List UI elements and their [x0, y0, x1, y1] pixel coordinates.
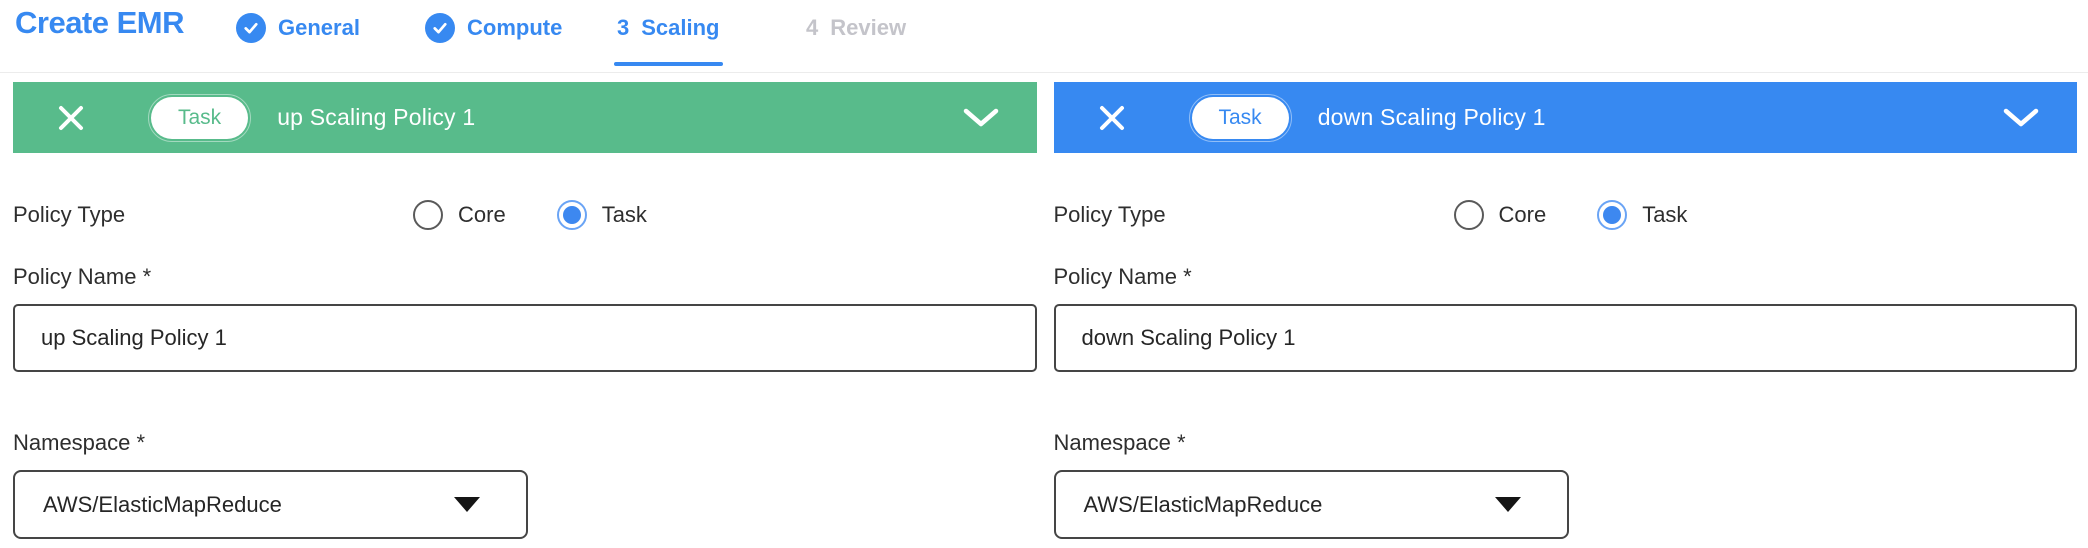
- namespace-dropdown[interactable]: AWS/ElasticMapReduce: [1054, 470, 1569, 539]
- step-label: General: [278, 15, 360, 41]
- namespace-selected-value: AWS/ElasticMapReduce: [43, 492, 282, 518]
- panel-title: down Scaling Policy 1: [1318, 104, 1546, 131]
- check-icon: [236, 13, 266, 43]
- panel-header-up[interactable]: Task up Scaling Policy 1: [13, 82, 1037, 153]
- radio-button-task[interactable]: [557, 200, 587, 230]
- wizard-step-scaling[interactable]: 3 Scaling: [617, 12, 720, 44]
- radio-button-core[interactable]: [1454, 200, 1484, 230]
- policy-type-radio-group: Core Task: [413, 200, 647, 230]
- namespace-label: Namespace *: [13, 430, 1037, 456]
- namespace-field: Namespace * AWS/ElasticMapReduce: [13, 430, 1037, 539]
- radio-option-task[interactable]: Task: [557, 200, 647, 230]
- namespace-dropdown[interactable]: AWS/ElasticMapReduce: [13, 470, 528, 539]
- wizard-step-review[interactable]: 4 Review: [806, 12, 906, 44]
- policy-name-field: Policy Name *: [1054, 264, 2078, 372]
- policy-type-label: Policy Type: [1054, 202, 1454, 228]
- radio-label: Core: [1499, 202, 1547, 228]
- wizard-step-compute[interactable]: Compute: [425, 12, 562, 44]
- namespace-field: Namespace * AWS/ElasticMapReduce: [1054, 430, 2078, 539]
- step-number: 3: [617, 15, 629, 41]
- active-step-underline: [614, 62, 723, 66]
- panel-header-down[interactable]: Task down Scaling Policy 1: [1054, 82, 2078, 153]
- policy-name-input[interactable]: [1054, 304, 2078, 372]
- radio-label: Core: [458, 202, 506, 228]
- check-icon: [425, 13, 455, 43]
- scaling-policy-panel-down: Task down Scaling Policy 1 Policy Type C…: [1054, 82, 2078, 539]
- policy-name-field: Policy Name *: [13, 264, 1037, 372]
- policy-type-radio-group: Core Task: [1454, 200, 1688, 230]
- radio-label: Task: [602, 202, 647, 228]
- chevron-down-icon[interactable]: [963, 108, 999, 128]
- scaling-policy-panel-up: Task up Scaling Policy 1 Policy Type Cor…: [13, 82, 1037, 539]
- policy-type-badge: Task: [151, 97, 248, 139]
- panel-body: Policy Type Core Task Policy Name *: [1054, 153, 2078, 539]
- chevron-down-icon[interactable]: [2003, 108, 2039, 128]
- panel-body: Policy Type Core Task Policy Name *: [13, 153, 1037, 539]
- policy-name-input[interactable]: [13, 304, 1037, 372]
- wizard-step-general[interactable]: General: [236, 12, 360, 44]
- panel-title: up Scaling Policy 1: [277, 104, 475, 131]
- radio-option-core[interactable]: Core: [1454, 200, 1547, 230]
- radio-option-task[interactable]: Task: [1597, 200, 1687, 230]
- policy-name-label: Policy Name *: [13, 264, 1037, 290]
- radio-label: Task: [1642, 202, 1687, 228]
- namespace-label: Namespace *: [1054, 430, 2078, 456]
- page-title: Create EMR: [15, 5, 184, 41]
- policy-type-row: Policy Type Core Task: [1054, 198, 2078, 232]
- close-icon[interactable]: [55, 102, 87, 134]
- step-number: 4: [806, 15, 818, 41]
- policy-type-label: Policy Type: [13, 202, 413, 228]
- radio-option-core[interactable]: Core: [413, 200, 506, 230]
- step-label: Scaling: [641, 15, 719, 41]
- policy-type-badge: Task: [1192, 97, 1289, 139]
- radio-button-task[interactable]: [1597, 200, 1627, 230]
- scaling-policies-container: Task up Scaling Policy 1 Policy Type Cor…: [0, 73, 2088, 539]
- wizard-header: Create EMR General Compute 3 Scaling 4 R…: [0, 0, 2088, 73]
- close-icon[interactable]: [1096, 102, 1128, 134]
- radio-button-core[interactable]: [413, 200, 443, 230]
- dropdown-arrow-icon: [1495, 497, 1521, 512]
- step-label: Review: [830, 15, 906, 41]
- policy-type-row: Policy Type Core Task: [13, 198, 1037, 232]
- namespace-selected-value: AWS/ElasticMapReduce: [1084, 492, 1323, 518]
- dropdown-arrow-icon: [454, 497, 480, 512]
- step-label: Compute: [467, 15, 562, 41]
- policy-name-label: Policy Name *: [1054, 264, 2078, 290]
